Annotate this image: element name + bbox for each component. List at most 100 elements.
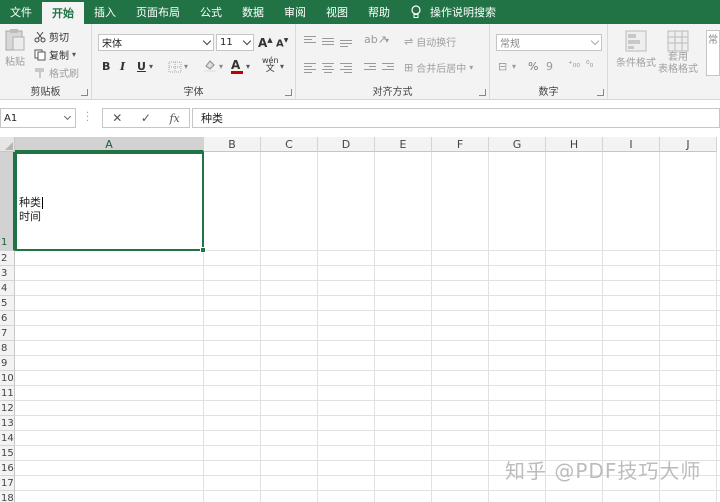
wrap-text-button[interactable]: ⇌ 自动换行 bbox=[404, 34, 456, 49]
bold-button[interactable]: B bbox=[102, 60, 110, 73]
cancel-entry-button[interactable]: ✕ bbox=[112, 111, 122, 125]
select-all-button[interactable] bbox=[0, 137, 15, 152]
cell-a1[interactable]: 种类 时间 bbox=[15, 152, 206, 253]
align-middle-icon[interactable] bbox=[322, 36, 334, 47]
row-gridline bbox=[15, 355, 720, 356]
tell-me-search[interactable]: 操作说明搜索 bbox=[400, 0, 506, 24]
font-size-select[interactable]: 11 bbox=[216, 34, 254, 51]
tab-review[interactable]: 审阅 bbox=[274, 0, 316, 24]
tab-data[interactable]: 数据 bbox=[232, 0, 274, 24]
percent-style-button[interactable]: % bbox=[528, 60, 538, 73]
conditional-formatting-button[interactable]: 条件格式 bbox=[616, 30, 656, 69]
tab-formulas[interactable]: 公式 bbox=[190, 0, 232, 24]
row-header-3[interactable]: 3 bbox=[0, 266, 15, 281]
underline-dropdown-icon[interactable]: ▾ bbox=[149, 62, 153, 71]
align-top-icon[interactable] bbox=[304, 34, 316, 45]
row-header-2[interactable]: 2 bbox=[0, 251, 15, 266]
font-launcher-icon[interactable] bbox=[285, 89, 292, 96]
fill-color-dropdown-icon[interactable]: ▾ bbox=[219, 62, 223, 71]
tab-insert[interactable]: 插入 bbox=[84, 0, 126, 24]
row-header-4[interactable]: 4 bbox=[0, 281, 15, 296]
row-header-8[interactable]: 8 bbox=[0, 341, 15, 356]
align-right-icon[interactable] bbox=[340, 61, 352, 75]
column-header-g[interactable]: G bbox=[489, 137, 546, 152]
decrease-decimal-icon[interactable]: ⁰₀ bbox=[586, 60, 593, 70]
column-header-c[interactable]: C bbox=[261, 137, 318, 152]
tab-help[interactable]: 帮助 bbox=[358, 0, 400, 24]
format-painter-button[interactable]: 格式刷 bbox=[34, 65, 79, 80]
cell-styles-gallery[interactable]: 常 bbox=[706, 30, 720, 76]
formula-input[interactable]: 种类 bbox=[192, 108, 720, 128]
row-header-6[interactable]: 6 bbox=[0, 311, 15, 326]
row-header-5[interactable]: 5 bbox=[0, 296, 15, 311]
row-header-13[interactable]: 13 bbox=[0, 416, 15, 431]
row-header-15[interactable]: 15 bbox=[0, 446, 15, 461]
copy-dropdown-icon[interactable]: ▾ bbox=[72, 50, 76, 59]
column-gridline bbox=[716, 152, 717, 502]
row-header-7[interactable]: 7 bbox=[0, 326, 15, 341]
borders-dropdown-icon[interactable]: ▾ bbox=[184, 62, 188, 71]
tab-view[interactable]: 视图 bbox=[316, 0, 358, 24]
accounting-dropdown-icon[interactable]: ▾ bbox=[512, 62, 516, 71]
align-bottom-icon[interactable] bbox=[340, 38, 352, 49]
name-box[interactable]: A1 bbox=[0, 108, 76, 128]
row-header-9[interactable]: 9 bbox=[0, 356, 15, 371]
formula-bar: A1 · · · ✕ ✓ fx 种类 bbox=[0, 106, 720, 130]
row-header-12[interactable]: 12 bbox=[0, 401, 15, 416]
grow-font-button[interactable]: A▲ bbox=[258, 36, 273, 50]
borders-icon[interactable] bbox=[168, 61, 182, 73]
font-color-dropdown-icon[interactable]: ▾ bbox=[246, 62, 250, 71]
orientation-dropdown-icon[interactable]: ▾ bbox=[385, 36, 389, 45]
format-as-table-button[interactable]: 套用 表格格式 bbox=[658, 30, 698, 76]
increase-indent-icon[interactable] bbox=[382, 61, 394, 72]
alignment-launcher-icon[interactable] bbox=[479, 89, 486, 96]
column-header-d[interactable]: D bbox=[318, 137, 375, 152]
row-header-1[interactable]: 1 bbox=[0, 152, 15, 251]
number-format-select[interactable]: 常规 bbox=[496, 34, 602, 51]
column-header-f[interactable]: F bbox=[432, 137, 489, 152]
column-header-j[interactable]: J bbox=[660, 137, 717, 152]
phonetic-button[interactable]: wén 文 bbox=[262, 56, 279, 74]
tab-file[interactable]: 文件 bbox=[0, 0, 42, 24]
fill-handle[interactable] bbox=[200, 247, 206, 253]
paste-button[interactable]: 粘贴 bbox=[4, 28, 26, 68]
italic-button[interactable]: I bbox=[120, 60, 125, 73]
tab-page-layout[interactable]: 页面布局 bbox=[126, 0, 190, 24]
column-header-e[interactable]: E bbox=[375, 137, 432, 152]
insert-function-button[interactable]: fx bbox=[169, 112, 179, 125]
comma-style-button[interactable]: 9 bbox=[546, 60, 553, 73]
row-header-17[interactable]: 17 bbox=[0, 476, 15, 491]
phonetic-dropdown-icon[interactable]: ▾ bbox=[280, 62, 284, 71]
cut-button[interactable]: 剪切 bbox=[34, 29, 69, 44]
align-center-icon[interactable] bbox=[322, 61, 334, 75]
number-launcher-icon[interactable] bbox=[597, 89, 604, 96]
row-header-10[interactable]: 10 bbox=[0, 371, 15, 386]
formula-bar-resize-handle[interactable]: · · · bbox=[86, 109, 89, 127]
clipboard-launcher-icon[interactable] bbox=[81, 89, 88, 96]
orientation-icon[interactable]: ab↗ bbox=[364, 33, 387, 46]
shrink-font-button[interactable]: A▼ bbox=[276, 37, 288, 49]
underline-button[interactable]: U bbox=[137, 60, 146, 73]
font-name-select[interactable]: 宋体 bbox=[98, 34, 214, 51]
merge-center-button[interactable]: ⊞ 合并后居中 ▾ bbox=[404, 60, 473, 75]
copy-button[interactable]: 复制 ▾ bbox=[34, 47, 76, 62]
tab-home[interactable]: 开始 bbox=[42, 2, 84, 24]
worksheet-grid[interactable]: A B C D E F G H I J 1 2 3 4 5 6 7 8 9 10 11 12 13 14 15 16 17 18 种类… bbox=[0, 137, 720, 502]
decrease-indent-icon[interactable] bbox=[364, 61, 376, 72]
row-header-11[interactable]: 11 bbox=[0, 386, 15, 401]
column-header-h[interactable]: H bbox=[546, 137, 603, 152]
font-color-button[interactable]: A bbox=[231, 58, 243, 74]
column-header-a[interactable]: A bbox=[15, 137, 204, 152]
column-header-b[interactable]: B bbox=[204, 137, 261, 152]
fill-color-icon[interactable] bbox=[203, 59, 217, 73]
align-left-icon[interactable] bbox=[304, 61, 316, 75]
merge-center-dropdown-icon[interactable]: ▾ bbox=[469, 63, 473, 72]
row-header-16[interactable]: 16 bbox=[0, 461, 15, 476]
column-header-i[interactable]: I bbox=[603, 137, 660, 152]
row-header-14[interactable]: 14 bbox=[0, 431, 15, 446]
increase-decimal-icon[interactable]: ⁺₀₀ bbox=[568, 60, 580, 70]
accounting-format-icon[interactable]: ⊟ bbox=[498, 60, 507, 73]
confirm-entry-button[interactable]: ✓ bbox=[141, 111, 151, 125]
phonetic-glyph: 文 bbox=[265, 64, 275, 74]
row-header-18[interactable]: 18 bbox=[0, 491, 15, 502]
